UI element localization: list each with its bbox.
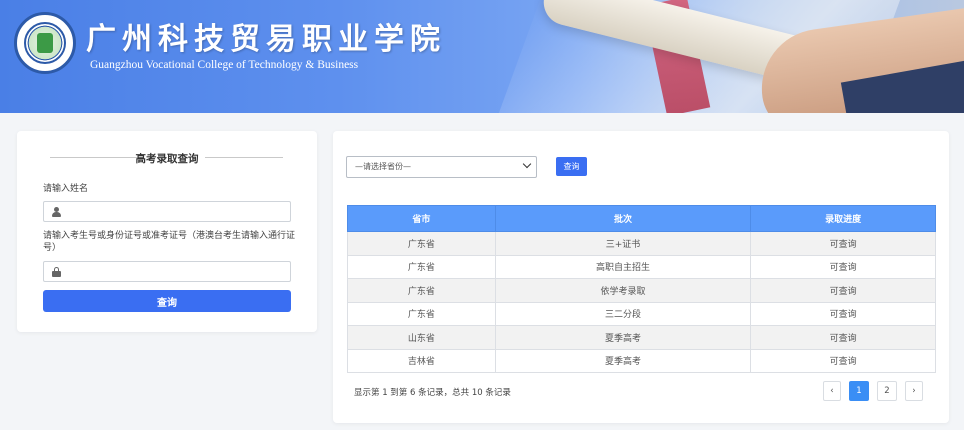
cell-province: 广东省 xyxy=(347,254,496,279)
pagination-page-2[interactable]: 2 xyxy=(877,381,897,401)
pagination-next-button[interactable]: › xyxy=(905,381,923,401)
table-row: 广东省 高职自主招生 可查询 xyxy=(347,254,936,279)
cell-province: 山东省 xyxy=(347,325,496,350)
table-header-row: 省市 批次 录取进度 xyxy=(347,205,936,232)
table-row: 广东省 三+证书 可查询 xyxy=(347,231,936,256)
cell-progress: 可查询 xyxy=(750,278,936,303)
pagination-page-1[interactable]: 1 xyxy=(849,381,869,401)
cell-progress: 可查询 xyxy=(750,301,936,326)
cell-province: 广东省 xyxy=(347,231,496,256)
cell-progress: 可查询 xyxy=(750,325,936,350)
logo-emblem xyxy=(24,22,66,64)
column-header-province[interactable]: 省市 xyxy=(347,205,496,232)
cell-province: 广东省 xyxy=(347,278,496,303)
results-table: 省市 批次 录取进度 广东省 三+证书 可查询 广东省 高职自主招生 可查询 广… xyxy=(347,205,936,373)
cell-progress: 可查询 xyxy=(750,348,936,373)
school-name-en: Guangzhou Vocational College of Technolo… xyxy=(90,59,359,71)
table-row: 广东省 依学考录取 可查询 xyxy=(347,278,936,303)
cell-progress: 可查询 xyxy=(750,231,936,256)
header-banner: 广州科技贸易职业学院 Guangzhou Vocational College … xyxy=(0,0,964,113)
cell-progress: 可查询 xyxy=(750,254,936,279)
column-header-progress[interactable]: 录取进度 xyxy=(750,205,936,232)
name-input[interactable] xyxy=(66,204,286,219)
chevron-down-icon xyxy=(522,159,532,169)
cell-province: 广东省 xyxy=(347,301,496,326)
results-panel: —请选择省份— 查询 省市 批次 录取进度 广东省 三+证书 可查询 广东省 高… xyxy=(333,131,949,423)
pagination-summary: 显示第 1 到第 6 条记录，总共 10 条记录 xyxy=(354,388,511,398)
school-name-cn: 广州科技贸易职业学院 xyxy=(86,22,446,57)
province-query-button[interactable]: 查询 xyxy=(556,157,587,176)
submit-query-button[interactable]: 查询 xyxy=(43,290,291,312)
province-select-value: —请选择省份— xyxy=(355,162,411,171)
cell-batch: 夏季高考 xyxy=(494,325,752,350)
id-field[interactable] xyxy=(43,261,291,282)
cell-batch: 依学考录取 xyxy=(494,278,752,303)
logo-leaf-icon xyxy=(37,33,53,53)
id-label: 请输入考生号或身份证号或准考证号（港澳台考生请输入通行证号） xyxy=(43,231,296,253)
school-logo xyxy=(14,12,76,74)
table-row: 山东省 夏季高考 可查询 xyxy=(347,325,936,350)
admission-query-panel: 高考录取查询 请输入姓名 请输入考生号或身份证号或准考证号（港澳台考生请输入通行… xyxy=(17,131,317,332)
user-icon xyxy=(52,207,61,217)
lock-icon xyxy=(52,267,61,277)
title-divider-right xyxy=(205,157,283,158)
pagination-prev-button[interactable]: ‹ xyxy=(823,381,841,401)
column-header-batch[interactable]: 批次 xyxy=(494,205,752,232)
name-label: 请输入姓名 xyxy=(43,184,89,194)
cell-batch: 夏季高考 xyxy=(494,348,752,373)
id-input[interactable] xyxy=(66,264,286,279)
cell-batch: 三二分段 xyxy=(494,301,752,326)
province-select[interactable]: —请选择省份— xyxy=(346,156,537,178)
table-row: 吉林省 夏季高考 可查询 xyxy=(347,348,936,373)
cell-batch: 三+证书 xyxy=(494,231,752,256)
table-row: 广东省 三二分段 可查询 xyxy=(347,301,936,326)
panel-title: 高考录取查询 xyxy=(135,153,199,165)
cell-province: 吉林省 xyxy=(347,348,496,373)
name-field[interactable] xyxy=(43,201,291,222)
cell-batch: 高职自主招生 xyxy=(494,254,752,279)
